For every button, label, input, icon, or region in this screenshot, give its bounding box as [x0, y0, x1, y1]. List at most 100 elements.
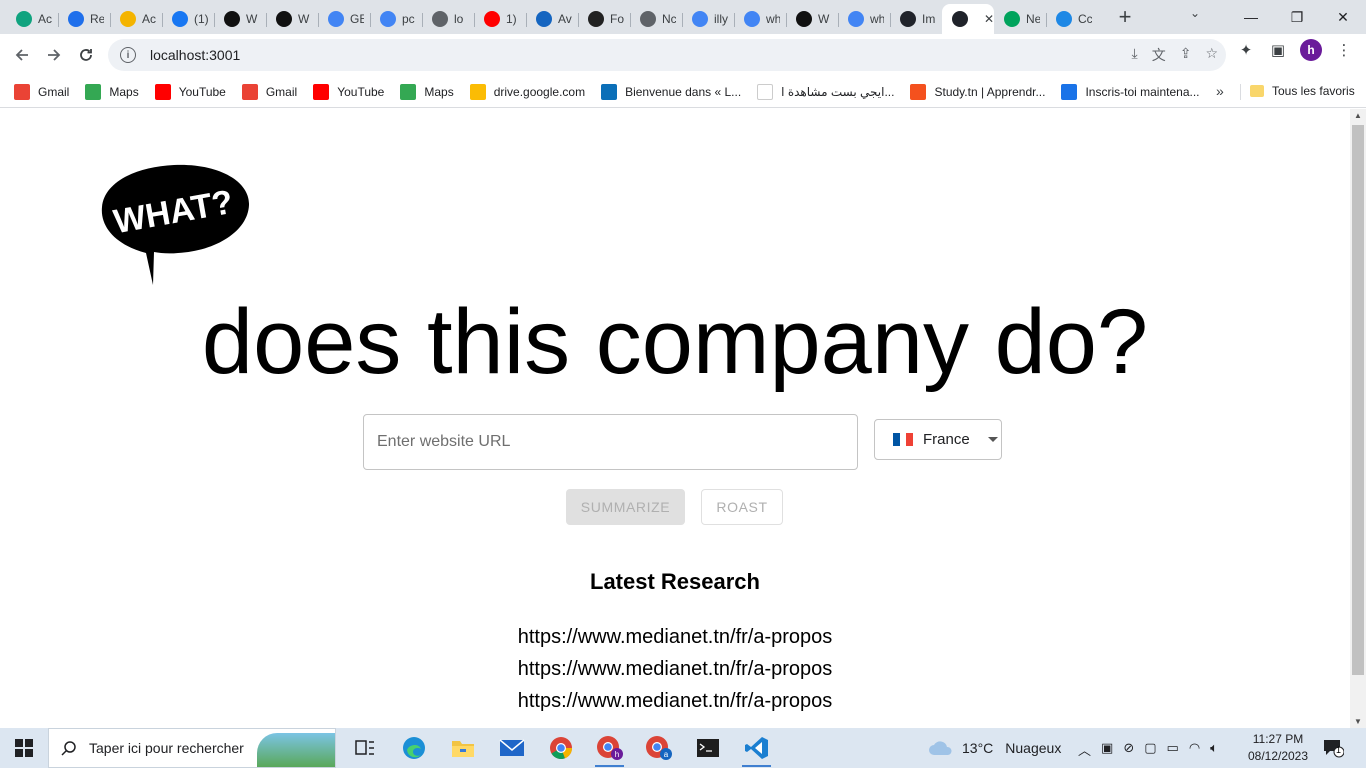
browser-tab[interactable]: W: [786, 5, 838, 33]
browser-tab[interactable]: Re: [58, 5, 110, 33]
browser-tab[interactable]: pc: [370, 5, 422, 33]
bookmark-item[interactable]: Study.tn | Apprendr...: [910, 83, 1045, 100]
browser-tab[interactable]: Ne: [994, 5, 1046, 33]
menu-kebab-icon[interactable]: ⋮: [1334, 41, 1354, 59]
all-bookmarks-folder[interactable]: Tous les favoris: [1250, 84, 1355, 98]
forward-button[interactable]: [38, 39, 70, 71]
browser-tab[interactable]: W: [266, 5, 318, 33]
country-select[interactable]: France: [874, 419, 1002, 460]
taskbar-search-placeholder: Taper ici pour rechercher: [89, 740, 244, 756]
close-tab-icon[interactable]: ✕: [984, 12, 994, 26]
roast-button[interactable]: ROAST: [701, 489, 783, 525]
display-icon[interactable]: ▢: [1144, 740, 1156, 759]
bookmark-label: YouTube: [178, 84, 226, 99]
research-link[interactable]: https://www.medianet.tn/fr/a-propos: [0, 621, 1350, 653]
folder-icon: [1250, 85, 1264, 97]
volume-icon[interactable]: 🔈︎: [1210, 740, 1218, 759]
tab-title: W: [246, 12, 258, 26]
chrome-app[interactable]: [536, 728, 585, 768]
scroll-thumb[interactable]: [1352, 125, 1364, 675]
study-icon: [910, 83, 927, 100]
research-link[interactable]: https://www.medianet.tn/fr/a-propos: [0, 685, 1350, 717]
browser-tab[interactable]: W: [214, 5, 266, 33]
install-app-icon[interactable]: ⤓: [1132, 45, 1138, 65]
browser-tab[interactable]: wh: [734, 5, 786, 33]
share-icon[interactable]: ⇪: [1180, 45, 1192, 65]
website-url-input[interactable]: [363, 414, 858, 470]
bookmark-item[interactable]: drive.google.com: [469, 83, 585, 100]
profile-avatar[interactable]: h: [1300, 39, 1322, 61]
bookmark-item[interactable]: Gmail: [241, 83, 297, 100]
browser-tab[interactable]: Ac: [6, 5, 58, 33]
browser-tab[interactable]: (1): [162, 5, 214, 33]
research-link[interactable]: https://www.medianet.tn/fr/a-propos: [0, 653, 1350, 685]
bookmark-item[interactable]: YouTube: [313, 83, 385, 100]
youtube-icon: [154, 83, 171, 100]
file-explorer-app[interactable]: [438, 728, 487, 768]
browser-tab[interactable]: wh: [838, 5, 890, 33]
bookmark-star-icon[interactable]: ☆: [1205, 45, 1218, 65]
network-blocked-icon[interactable]: ⊘: [1123, 740, 1134, 759]
tab-search-button[interactable]: ⌄: [1190, 6, 1200, 20]
bookmark-item[interactable]: YouTube: [154, 83, 226, 100]
address-bar[interactable]: i localhost:3001 ⤓ 文 ⇪ ☆: [108, 39, 1226, 71]
vscode-app[interactable]: [732, 728, 781, 768]
browser-tab[interactable]: Ac: [110, 5, 162, 33]
edge-app[interactable]: [389, 728, 438, 768]
browser-tab[interactable]: Im: [890, 5, 942, 33]
side-panel-icon[interactable]: ▣: [1268, 41, 1288, 59]
taskbar-apps: h a: [340, 728, 781, 768]
summarize-button[interactable]: SUMMARIZE: [566, 489, 685, 525]
minimize-button[interactable]: —: [1228, 9, 1274, 25]
mail-app[interactable]: [487, 728, 536, 768]
bookmark-label: ايجي بست مشاهدة ا...: [781, 84, 895, 99]
facebook-icon: [172, 11, 188, 27]
browser-tab[interactable]: Cc: [1046, 5, 1098, 33]
reload-button[interactable]: [70, 39, 102, 71]
extensions-puzzle-icon[interactable]: ✦: [1236, 41, 1256, 59]
task-view-button[interactable]: [340, 728, 389, 768]
more-bookmarks-button[interactable]: »: [1216, 83, 1224, 99]
bookmark-item[interactable]: Gmail: [14, 83, 69, 100]
bookmark-item[interactable]: ايجي بست مشاهدة ا...: [757, 83, 895, 100]
restore-button[interactable]: ❐: [1274, 9, 1320, 26]
notification-center-button[interactable]: 1: [1322, 738, 1345, 763]
browser-tab[interactable]: GE: [318, 5, 370, 33]
bookmark-item[interactable]: Inscris-toi maintena...: [1061, 83, 1200, 100]
maps-icon: [85, 83, 102, 100]
browser-tab[interactable]: 1): [474, 5, 526, 33]
windows-taskbar: Taper ici pour rechercher h a 13°C Nuage…: [0, 728, 1366, 768]
bookmark-item[interactable]: Maps: [85, 83, 139, 100]
bookmark-item[interactable]: Bienvenue dans « L...: [601, 83, 741, 100]
battery-icon[interactable]: ▭: [1167, 740, 1179, 759]
browser-tab[interactable]: Fo: [578, 5, 630, 33]
start-button[interactable]: [0, 728, 48, 768]
taskbar-search[interactable]: Taper ici pour rechercher: [48, 728, 336, 768]
bookmark-item[interactable]: Maps: [400, 83, 454, 100]
back-arrow-icon: [15, 49, 28, 61]
close-window-button[interactable]: ✕: [1320, 9, 1366, 26]
wifi-icon[interactable]: ◠: [1189, 740, 1200, 759]
new-tab-button[interactable]: +: [1108, 0, 1142, 34]
meet-now-icon[interactable]: ▣: [1101, 740, 1113, 759]
browser-tab[interactable]: Nc: [630, 5, 682, 33]
weather-widget[interactable]: 13°C Nuageux: [928, 728, 1061, 768]
address-url[interactable]: localhost:3001: [150, 47, 240, 63]
browser-tab[interactable]: Av: [526, 5, 578, 33]
terminal-app[interactable]: [683, 728, 732, 768]
browser-tab[interactable]: lo: [422, 5, 474, 33]
browser-tab[interactable]: ✕: [942, 4, 994, 34]
chrome-profile-h-app[interactable]: h: [585, 728, 634, 768]
page-scrollbar[interactable]: ▲ ▼: [1350, 109, 1366, 728]
back-button[interactable]: [6, 39, 38, 71]
bookmark-label: YouTube: [337, 84, 385, 99]
scroll-down-arrow-icon[interactable]: ▼: [1354, 717, 1362, 726]
scroll-up-arrow-icon[interactable]: ▲: [1354, 111, 1362, 120]
site-info-icon[interactable]: i: [120, 47, 136, 63]
chrome-profile-a-app[interactable]: a: [634, 728, 683, 768]
translate-icon[interactable]: 文: [1152, 45, 1166, 65]
notification-count: 1: [1336, 745, 1342, 755]
browser-tab[interactable]: illy: [682, 5, 734, 33]
chevron-up-icon[interactable]: ︿: [1078, 740, 1091, 759]
taskbar-clock[interactable]: 11:27 PM 08/12/2023: [1246, 731, 1310, 765]
